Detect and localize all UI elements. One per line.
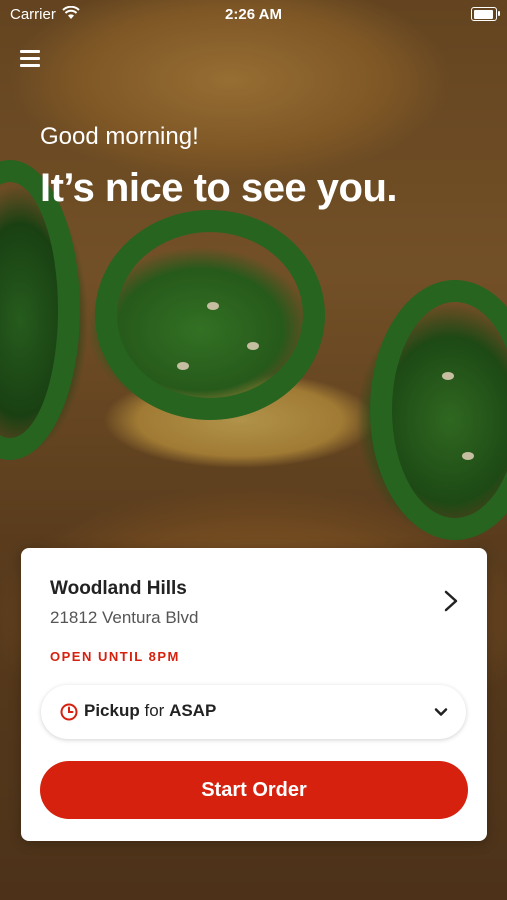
home-screen: Carrier 2:26 AM Good morning! It’s nice …	[0, 0, 507, 900]
battery-icon	[471, 7, 500, 21]
chevron-right-icon[interactable]	[443, 590, 459, 612]
order-time-value: ASAP	[169, 701, 217, 720]
location-card: Woodland Hills 21812 Ventura Blvd OPEN U…	[21, 548, 487, 841]
open-status-label: OPEN UNTIL 8PM	[50, 649, 180, 664]
clock-icon	[60, 703, 78, 721]
status-bar: Carrier 2:26 AM	[0, 0, 507, 28]
welcome-headline: It’s nice to see you.	[40, 166, 398, 210]
order-mode-connector: for	[144, 701, 165, 720]
order-mode-value: Pickup	[84, 701, 140, 720]
chevron-down-icon	[434, 708, 448, 716]
location-name: Woodland Hills	[50, 578, 187, 599]
order-mode-selector[interactable]: Pickup for ASAP	[41, 685, 466, 739]
hamburger-menu-icon[interactable]	[20, 48, 42, 67]
order-mode-text: Pickup for ASAP	[84, 701, 216, 721]
location-address: 21812 Ventura Blvd	[50, 608, 199, 627]
clock-time: 2:26 AM	[225, 6, 282, 23]
greeting-text: Good morning!	[40, 123, 199, 150]
start-order-button[interactable]: Start Order	[40, 761, 468, 819]
